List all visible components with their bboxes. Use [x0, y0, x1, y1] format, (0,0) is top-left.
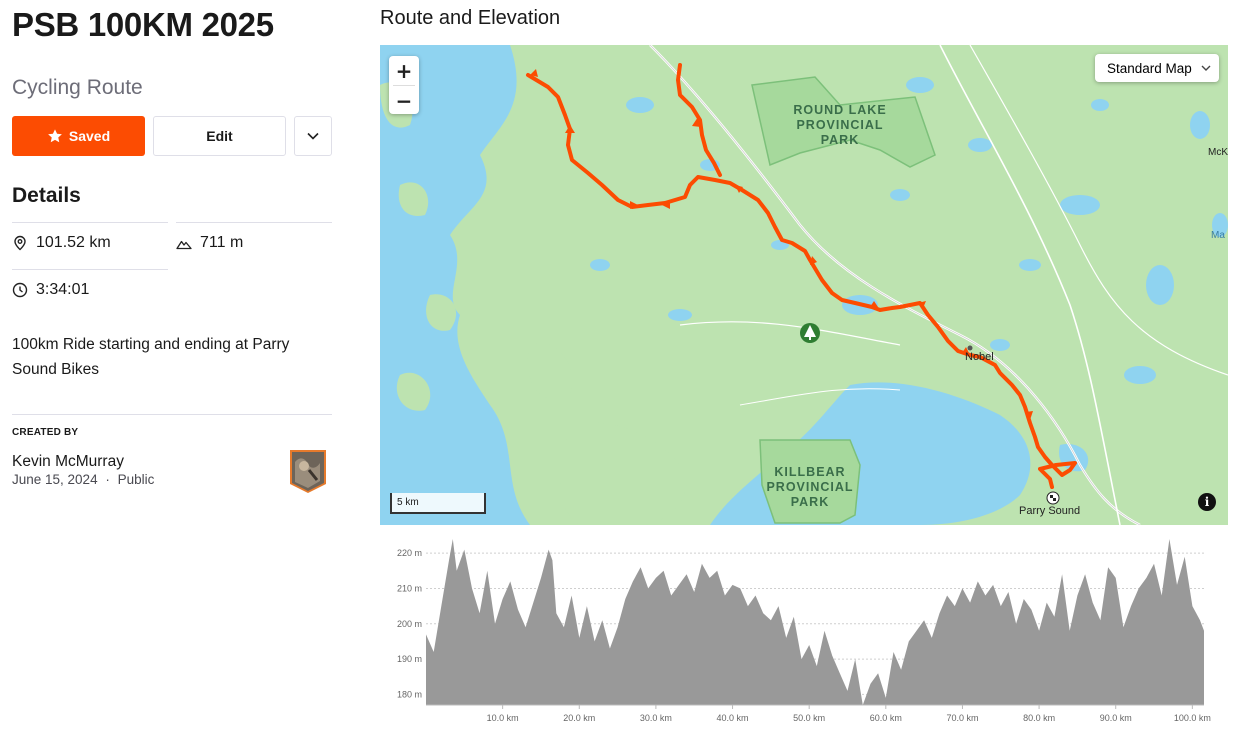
- distance-stat: 101.52 km: [12, 222, 168, 262]
- nobel-label: Nobel: [965, 351, 994, 363]
- author-meta: June 15, 2024 · Public: [12, 472, 154, 487]
- elevation-chart[interactable]: 180 m 190 m 200 m 210 m 220 m 10.0 km 20.0 km 3…: [380, 535, 1230, 734]
- saved-button[interactable]: Saved: [12, 116, 145, 156]
- map-heading: Route and Elevation: [380, 7, 561, 29]
- y-tick-label: 190 m: [397, 654, 422, 664]
- y-tick-label: 200 m: [397, 619, 422, 629]
- killbear-park-label: KILLBEAR PROVINCIAL PARK: [766, 465, 854, 509]
- x-tick-label: 90.0 km: [1100, 713, 1132, 723]
- zoom-controls: + −: [389, 56, 419, 114]
- edit-button[interactable]: Edit: [153, 116, 286, 156]
- clock-icon: [12, 282, 28, 297]
- location-pin-icon: [14, 235, 26, 250]
- ma-label: Ma: [1211, 230, 1225, 241]
- y-tick-label: 220 m: [397, 548, 422, 558]
- x-tick-label: 60.0 km: [870, 713, 902, 723]
- y-tick-label: 210 m: [397, 583, 422, 593]
- map-scale: 5 km: [390, 493, 486, 514]
- y-tick-label: 180 m: [397, 689, 422, 699]
- created-date: June 15, 2024: [12, 472, 98, 487]
- elevation-area: [426, 539, 1204, 705]
- zoom-out-button[interactable]: −: [389, 86, 419, 115]
- created-by-heading: CREATED BY: [12, 427, 79, 438]
- mck-label: McK: [1208, 147, 1228, 158]
- x-tick-label: 50.0 km: [793, 713, 825, 723]
- x-tick-label: 30.0 km: [640, 713, 672, 723]
- x-tick-label: 40.0 km: [717, 713, 749, 723]
- saved-label: Saved: [68, 128, 111, 144]
- x-tick-label: 80.0 km: [1023, 713, 1055, 723]
- more-options-button[interactable]: [294, 116, 332, 156]
- round-lake-park-label: ROUND LAKE PROVINCIAL PARK: [793, 103, 887, 147]
- mountain-icon: [176, 240, 192, 249]
- details-heading: Details: [12, 184, 81, 207]
- chevron-down-icon: [307, 132, 319, 140]
- author-name[interactable]: Kevin McMurray: [12, 453, 124, 471]
- elevation-stat: 711 m: [176, 222, 332, 262]
- route-description: 100km Ride starting and ending at Parry …: [12, 336, 290, 378]
- x-tick-label: 10.0 km: [487, 713, 519, 723]
- time-value: 3:34:01: [36, 280, 90, 298]
- x-tick-label: 20.0 km: [563, 713, 595, 723]
- avatar[interactable]: [287, 448, 329, 494]
- x-tick-label: 70.0 km: [946, 713, 978, 723]
- parry-sound-label: Parry Sound: [1019, 505, 1081, 517]
- map-type-select[interactable]: Standard Map: [1095, 54, 1219, 82]
- map-type-label: Standard Map: [1107, 60, 1192, 76]
- x-tick-label: 100.0 km: [1174, 713, 1211, 723]
- divider: [12, 414, 332, 415]
- route-type: Cycling Route: [12, 76, 143, 99]
- elevation-value: 711 m: [200, 233, 244, 251]
- star-icon: [48, 129, 62, 143]
- meta-separator: ·: [105, 472, 110, 487]
- zoom-in-button[interactable]: +: [389, 56, 419, 85]
- distance-value: 101.52 km: [36, 233, 111, 251]
- visibility-label: Public: [117, 472, 155, 487]
- time-stat: 3:34:01: [12, 269, 168, 309]
- route-map[interactable]: ROUND LAKE PROVINCIAL PARK KILLBEAR PROV…: [380, 45, 1228, 525]
- action-buttons: Saved Edit: [12, 116, 332, 156]
- chevron-down-icon: [1201, 65, 1211, 71]
- page-title: PSB 100KM 2025: [12, 6, 274, 43]
- info-icon[interactable]: i: [1198, 493, 1216, 511]
